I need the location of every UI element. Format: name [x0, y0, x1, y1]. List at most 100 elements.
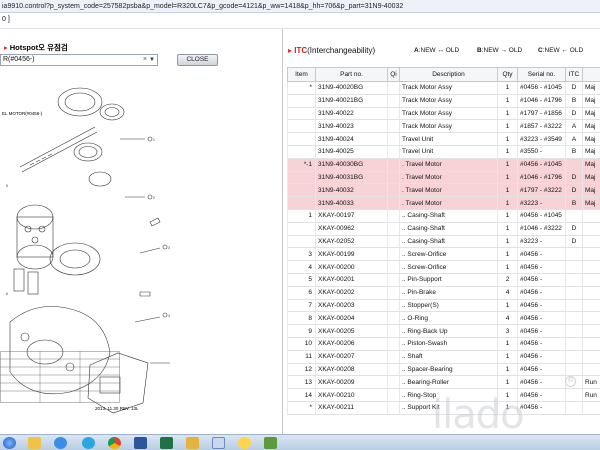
table-row[interactable]: 31N9-40033 . Travel Motor 1 #3223 - B Maj — [287, 196, 600, 210]
row-li: Run — [582, 388, 600, 402]
row-part-no: XKAY-00197 — [315, 209, 388, 223]
row-qi — [387, 324, 400, 338]
table-row[interactable]: 5 XKAY-00201 .. Pin-Support 2 #0456 - — [287, 273, 600, 287]
col-item[interactable]: Item — [287, 67, 316, 82]
row-description: . Travel Motor — [399, 158, 498, 172]
row-serial-no: #1857 - #3222 — [517, 119, 566, 134]
close-button[interactable]: CLOSE — [177, 54, 218, 66]
row-qi — [387, 222, 400, 236]
table-row[interactable]: 3 XKAY-00199 .. Screw-Orifice 1 #0456 - — [287, 247, 600, 262]
table-row[interactable]: 31N9-40031BG . Travel Motor 1 #1046 - #1796… — [287, 171, 600, 185]
row-part-no: 31N9-40021BG — [315, 94, 388, 108]
table-row[interactable]: * 31N9-40020BG Track Motor Assy 1 #0456 - #1… — [287, 81, 600, 95]
row-item: 1 — [287, 209, 316, 223]
table-row[interactable]: 13 XKAY-00209 .. Bearing-Roller 1 #0456 - Run — [287, 375, 600, 390]
clear-icon[interactable]: × — [143, 55, 147, 65]
col-qi[interactable]: Qi — [387, 67, 400, 82]
row-description: . Travel Motor — [399, 183, 498, 198]
table-row[interactable]: 31N9-40021BG Track Motor Assy 1 #1046 - #17… — [287, 94, 600, 108]
col-serial-no[interactable]: Serial no. — [517, 67, 566, 82]
row-li: Run — [582, 375, 600, 390]
row-item — [287, 222, 316, 236]
row-description: .. Stopper(S) — [399, 299, 498, 313]
row-part-no: XKAY-00201 — [315, 273, 388, 287]
row-li — [582, 324, 600, 338]
row-description: . Travel Motor — [399, 196, 498, 210]
row-itc — [565, 388, 583, 402]
row-serial-no: #0456 - — [517, 388, 566, 402]
row-serial-no: #0456 - — [517, 401, 566, 415]
model-select[interactable]: R(#0456-) × ▼ — [0, 54, 158, 66]
start-orb-icon[interactable] — [3, 437, 16, 449]
row-qi — [387, 401, 400, 415]
row-serial-no: #0456 - — [517, 375, 566, 390]
word-icon[interactable] — [134, 437, 147, 449]
row-description: .. Pin-Support — [399, 273, 498, 287]
skype-icon[interactable] — [82, 437, 95, 449]
table-row[interactable]: 7 XKAY-00203 .. Stopper(S) 1 #0456 - — [287, 299, 600, 313]
row-itc — [565, 401, 583, 415]
row-itc — [565, 286, 583, 300]
paint-icon[interactable] — [212, 437, 225, 449]
row-qty: 1 — [497, 196, 518, 210]
row-qi — [387, 81, 400, 95]
chevron-down-icon[interactable]: ▼ — [149, 55, 155, 65]
col-part-no[interactable]: Part no. — [315, 67, 388, 82]
url-text: ia9910.control?p_system_code=257582psba&… — [2, 3, 404, 10]
col-description[interactable]: Description — [399, 67, 498, 82]
row-qi — [387, 196, 400, 210]
table-row[interactable]: XKAY-00962 .. Casing-Shaft 1 #1046 - #3222 D — [287, 222, 600, 236]
table-row[interactable]: 1 XKAY-00197.. Casing-Shaft 1 #0456 - #1045 — [287, 209, 600, 223]
table-row[interactable]: XKAY-02052 .. Casing-Shaft 1 #3223 -D — [287, 235, 600, 249]
table-row[interactable]: 31N9-40023 Track Motor Assy 1 #1857 - #3222… — [287, 119, 600, 134]
row-item — [287, 94, 316, 108]
row-itc: D — [565, 81, 583, 95]
row-serial-no: #3223 - — [517, 196, 566, 210]
table-row[interactable]: 6 XKAY-00202 .. Pin-Brake 4 #0456 - — [287, 286, 600, 300]
table-row[interactable]: 31N9-40025 Travel Unit 1 #3550 - B Maj — [287, 145, 600, 159]
col-li[interactable]: Li — [582, 67, 600, 82]
row-part-no: XKAY-00202 — [315, 286, 388, 300]
row-item — [287, 132, 316, 146]
row-li — [582, 209, 600, 223]
row-part-no: 31N9-40023 — [315, 119, 388, 134]
legend-a: A:NEW ↔ OLD — [414, 47, 460, 54]
row-qi — [387, 247, 400, 262]
row-qty: 1 — [497, 158, 518, 172]
chrome-icon[interactable] — [108, 437, 121, 449]
row-item: 10 — [287, 337, 316, 351]
app-icon[interactable] — [264, 437, 277, 449]
row-item — [287, 171, 316, 185]
arrow-icon: ▸ — [4, 43, 8, 52]
excel-icon[interactable] — [160, 437, 173, 449]
ie-icon[interactable] — [54, 437, 67, 449]
row-item: * — [287, 401, 316, 415]
row-description: .. Piston-Swash — [399, 337, 498, 351]
col-qty[interactable]: Qty — [497, 67, 518, 82]
table-row[interactable]: 10 XKAY-00206 .. Piston-Swash 1 #0456 - — [287, 337, 600, 351]
table-row[interactable]: *-1 31N9-40030BG . Travel Motor 1 #0456 - #1… — [287, 158, 600, 172]
row-qi — [387, 286, 400, 300]
row-part-no: XKAY-00207 — [315, 350, 388, 364]
table-row[interactable]: 11 XKAY-00207 .. Shaft 1 #0456 - — [287, 350, 600, 364]
col-itc[interactable]: ITC — [565, 67, 583, 82]
explorer-icon[interactable] — [28, 437, 41, 449]
table-row[interactable]: 4 XKAY-00200 .. Screw-Orifice 1 #0456 - — [287, 260, 600, 274]
chat-icon[interactable] — [238, 437, 251, 449]
address-bar[interactable]: ia9910.control?p_system_code=257582psba&… — [0, 0, 600, 13]
folder-icon[interactable] — [186, 437, 199, 449]
table-row[interactable]: 31N9-40022 Track Motor Assy 1 #1797 - #1856… — [287, 107, 600, 121]
row-qty: 1 — [497, 375, 518, 390]
table-row[interactable]: 31N9-40032 . Travel Motor 1 #1797 - #3222 D M… — [287, 183, 600, 198]
row-description: Track Motor Assy — [399, 119, 498, 134]
parts-table: Item Part no. Qi Description Qty Serial … — [287, 67, 600, 415]
table-row[interactable]: 12 XKAY-00208 .. Spacer-Bearing 1 #0456 - — [287, 363, 600, 377]
table-row[interactable]: 9 XKAY-00205 .. Ring-Back Up 3 #0456 - — [287, 324, 600, 338]
row-serial-no: #0456 - — [517, 260, 566, 274]
row-qi — [387, 337, 400, 351]
row-serial-no: #0456 - #1045 — [517, 209, 566, 223]
row-qty: 1 — [497, 132, 518, 146]
table-row[interactable]: 8 XKAY-00204 .. O-Ring 4 #0456 - — [287, 311, 600, 326]
table-row[interactable]: 31N9-40024 Travel Unit 1 #3223 - #3549 A Maj — [287, 132, 600, 146]
row-serial-no: #0456 - — [517, 299, 566, 313]
